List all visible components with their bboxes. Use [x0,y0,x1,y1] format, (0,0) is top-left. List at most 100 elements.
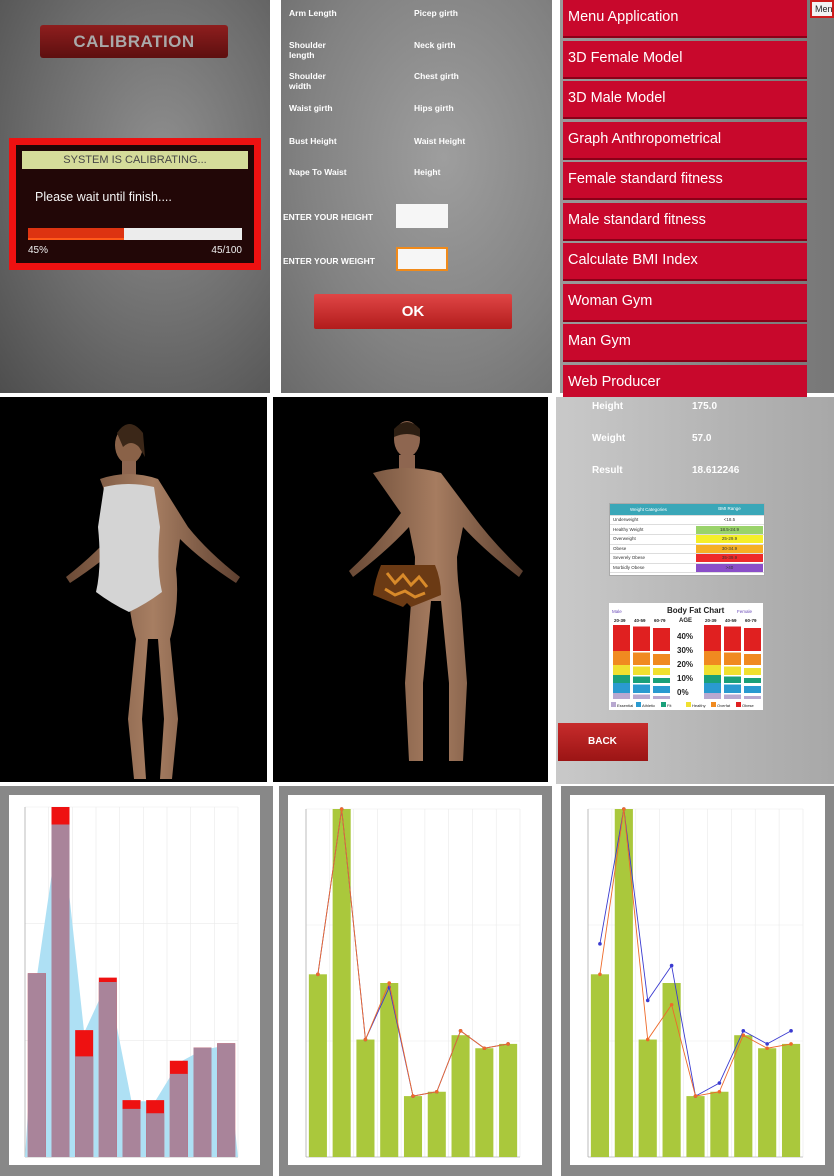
bmi-weight-label: Weight [592,433,626,444]
bar-mauve [51,824,70,1157]
series-point [717,1081,722,1085]
series-point [669,1002,674,1007]
body-fat-band [653,654,670,665]
bar [475,1048,494,1157]
body-fat-band [653,696,670,699]
measurement-label-left: Arm Length [289,8,337,18]
body-fat-female-label: Female [737,609,753,614]
body-fat-band [613,683,630,693]
series-point [765,1046,769,1051]
body-fat-band [744,668,761,675]
progress-fill [28,228,125,240]
progress-bar [28,228,242,240]
calibration-title[interactable]: CALIBRATION [40,25,228,58]
body-fat-band [724,626,741,651]
bar-mauve [98,982,117,1157]
bar [499,1043,518,1157]
menu-item-male-standard-fitness[interactable]: Male standard fitness [563,202,807,241]
menu-item-3d-male-model[interactable]: 3D Male Model [563,81,807,119]
body-fat-legend-label: Obese [742,703,755,708]
body-fat-legend-label: Healthy [692,703,706,708]
female-model-figure [66,424,240,779]
series-point [482,1046,487,1051]
body-fat-band [613,693,630,699]
series-point [741,1033,746,1037]
ok-button[interactable]: OK [314,294,512,329]
bmi-header-range: BMI Range [718,506,741,511]
body-fat-age-column: 20-39 [705,618,717,623]
series-point [645,998,650,1003]
measurement-label-left: Waist girth [289,103,333,113]
series-point [458,1029,463,1033]
bar [734,1035,753,1157]
body-fat-band [724,652,741,665]
menu-item-female-standard-fitness[interactable]: Female standard fitness [563,162,807,200]
bmi-table-row: Overweight 25-29.9 [610,535,764,545]
menu-item-man-gym[interactable]: Man Gym [563,324,807,362]
height-label: ENTER YOUR HEIGHT [283,212,374,222]
weight-label: ENTER YOUR WEIGHT [283,256,375,266]
bmi-range-cell: 35-39.9 [696,554,763,563]
body-fat-legend-swatch [611,702,616,707]
menu-item-menu-application[interactable]: Menu Application [563,0,807,38]
body-fat-band [633,652,650,665]
series-point [717,1089,722,1094]
body-fat-band [724,666,741,675]
bar-mauve [193,1047,212,1157]
body-fat-legend-swatch [711,702,716,707]
back-button[interactable]: BACK [558,723,648,761]
bar [332,809,351,1157]
body-fat-tick: 40% [677,632,693,641]
bar-mauve [122,1108,141,1157]
series-point [669,963,674,968]
chart-panel-3 [561,786,834,1176]
measurement-label-left: Shoulder width [289,71,326,91]
male-model-viewport[interactable] [273,397,548,782]
body-fat-chart-svg: Body Fat Chart Male Female AGE 20-39 40-59 60-… [611,606,761,708]
menu-item-calculate-bmi-index[interactable]: Calculate BMI Index [563,243,807,281]
bmi-height-label: Height [592,401,624,412]
bar [356,1039,375,1157]
body-fat-tick: 20% [677,660,693,669]
bar-line-chart-2 [587,807,804,1158]
series-point [434,1089,439,1094]
bar [380,983,399,1157]
male-body [349,468,523,761]
body-fat-legend-label: Essential [617,703,633,708]
bar [308,974,327,1157]
body-fat-band [653,668,670,675]
body-fat-band [744,696,761,699]
body-fat-legend-label: Fit [667,703,672,708]
series-point [741,1029,746,1033]
menu-corner-button[interactable]: Men [810,0,834,18]
body-fat-band [704,683,721,693]
body-fat-band [704,651,721,665]
bmi-table-header: Weight Categories BMI Range [610,504,764,516]
body-fat-band [653,678,670,683]
series-point [411,1094,415,1098]
calibration-dialog: SYSTEM IS CALIBRATING... Please wait unt… [9,138,261,270]
series-point [645,1037,650,1042]
measurement-label-right: Picep girth [414,8,458,18]
weight-input[interactable] [396,247,448,271]
body-fat-band [613,651,630,665]
body-fat-band [724,694,741,699]
progress-count-label: 45/100 [211,245,242,256]
height-input[interactable] [396,204,448,228]
menu-item-graph-anthropometrical[interactable]: Graph Anthropometrical [563,121,807,160]
bmi-category-table: Weight Categories BMI Range Underweight <… [609,503,765,576]
bmi-result-label: Result [592,465,623,476]
bmi-range-cell: <18.5 [696,516,763,524]
body-fat-tick: 10% [677,674,693,683]
bmi-table-row: Morbidly Obese >40 [610,564,764,574]
body-fat-band [613,665,630,675]
female-model-viewport[interactable] [0,397,267,782]
series-point [789,1042,793,1046]
menu-item-3d-female-model[interactable]: 3D Female Model [563,40,807,79]
bmi-category-cell: Obese [613,545,627,551]
body-fat-band [613,675,630,683]
bmi-height-value: 175.0 [692,401,718,412]
menu-item-woman-gym[interactable]: Woman Gym [563,283,807,322]
measurement-label-right: Chest girth [414,71,459,81]
bmi-table-row: Healthy Weight 18.5-24.9 [610,525,764,535]
